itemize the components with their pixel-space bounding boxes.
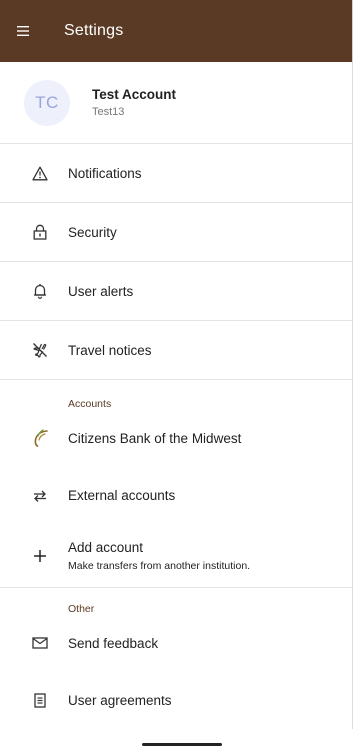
profile-username: Test13	[92, 106, 125, 118]
airplane-off-icon	[28, 342, 52, 358]
profile-text: Test Account Test13	[92, 87, 176, 118]
profile-name: Test Account	[92, 87, 177, 102]
account-item-add-account[interactable]: Add account Make transfers from another …	[0, 525, 353, 588]
section-header-other: Other	[0, 588, 353, 615]
account-item-label: Citizens Bank of the Midwest	[68, 430, 242, 446]
page-title: Settings	[64, 22, 124, 39]
hamburger-menu-icon[interactable]	[0, 0, 44, 62]
settings-item-label: Travel notices	[68, 342, 152, 358]
other-item-label: Send feedback	[68, 635, 159, 651]
add-account-text: Add account Make transfers from another …	[68, 540, 250, 572]
settings-item-label: Notifications	[68, 165, 142, 181]
account-item-label: External accounts	[68, 488, 176, 503]
avatar: TC	[24, 79, 70, 126]
other-item-user-agreements[interactable]: User agreements	[0, 671, 353, 729]
settings-item-notifications[interactable]: Notifications	[0, 144, 353, 203]
settings-screen: Settings TC Test Account Test13 Notifica…	[0, 0, 353, 756]
envelope-icon	[28, 637, 52, 649]
transfer-arrows-icon	[28, 488, 52, 504]
bank-logo-icon	[28, 429, 52, 447]
home-indicator[interactable]	[142, 743, 222, 746]
account-item-citizens-bank[interactable]: Citizens Bank of the Midwest	[0, 410, 353, 466]
profile-card[interactable]: TC Test Account Test13	[0, 62, 353, 144]
account-item-sublabel: Make transfers from another institution.	[68, 560, 251, 572]
bell-icon	[28, 283, 52, 299]
other-item-label: User agreements	[68, 692, 172, 708]
section-header-accounts: Accounts	[0, 380, 353, 410]
settings-item-user-alerts[interactable]: User alerts	[0, 262, 353, 321]
warning-triangle-icon	[28, 166, 52, 181]
settings-item-security[interactable]: Security	[0, 203, 353, 262]
settings-item-label: Security	[68, 224, 117, 240]
account-item-external-accounts[interactable]: External accounts	[0, 466, 353, 525]
settings-item-travel-notices[interactable]: Travel notices	[0, 321, 353, 380]
settings-item-label: User alerts	[68, 283, 134, 299]
app-bar: Settings	[0, 0, 353, 62]
lock-icon	[28, 224, 52, 240]
account-item-label: Add account	[68, 540, 144, 555]
other-item-send-feedback[interactable]: Send feedback	[0, 615, 353, 671]
plus-icon	[28, 549, 52, 563]
document-icon	[28, 692, 52, 708]
